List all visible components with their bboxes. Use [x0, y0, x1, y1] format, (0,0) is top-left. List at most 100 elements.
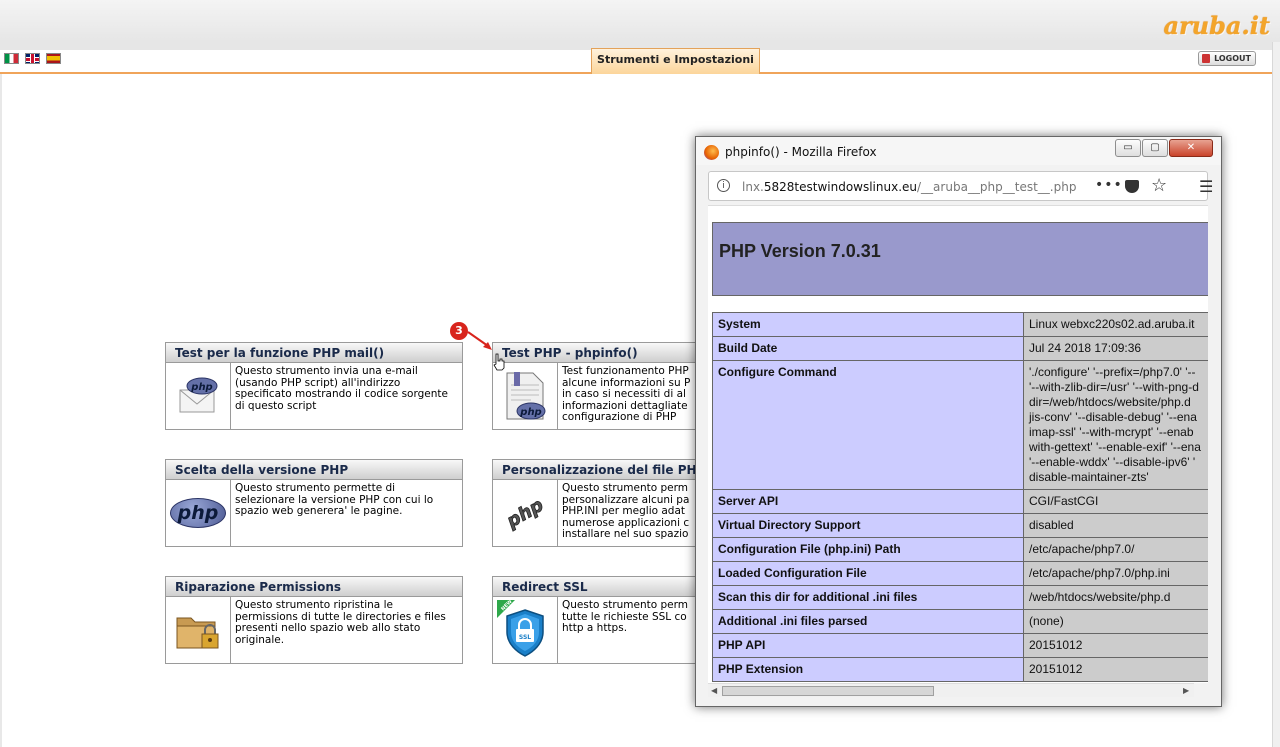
table-row: Build Date Jul 24 2018 17:09:36 — [712, 336, 1208, 361]
php-version-title: PHP Version 7.0.31 — [719, 241, 881, 261]
info-icon[interactable]: i — [717, 179, 730, 192]
horizontal-scrollbar[interactable]: ◀ ▶ — [708, 683, 1194, 697]
flag-es-icon[interactable] — [46, 53, 61, 64]
tool-description: Questo strumento ripristina le permissio… — [235, 599, 446, 646]
arrow-icon — [467, 331, 492, 350]
ssl-shield-icon: SSL NEW — [497, 600, 544, 657]
tool-description: Questo strumento perm tutte le richieste… — [562, 599, 688, 634]
php-ini-icon: php — [502, 494, 548, 533]
minimize-button[interactable]: ▭ — [1115, 139, 1141, 157]
row-key: Scan this dir for additional .ini files — [712, 585, 1024, 610]
table-row: Additional .ini files parsed (none) — [712, 609, 1208, 634]
top-header: aruba.it — [0, 0, 1280, 42]
tool-php-ini[interactable]: Personalizzazione del file PHP php Quest… — [492, 459, 702, 547]
row-value: /web/htdocs/website/php.d — [1023, 585, 1208, 610]
row-key: Additional .ini files parsed — [712, 609, 1024, 634]
logout-button[interactable]: LOGOUT — [1198, 51, 1256, 66]
ssl-shield-icon-text: SSL — [519, 634, 531, 641]
tool-description: Questo strumento invia una e-mail (usand… — [235, 365, 448, 412]
row-value: 20151012 — [1023, 633, 1208, 658]
bookmark-star-icon[interactable]: ☆ — [1151, 175, 1167, 196]
php-version-header: PHP Version 7.0.31 — [712, 222, 1208, 296]
table-row: System Linux webxc220s02.ad.aruba.it — [712, 312, 1208, 337]
url-prefix: lnx. — [742, 180, 764, 194]
scroll-right-icon[interactable]: ▶ — [1183, 686, 1189, 695]
url-text[interactable]: lnx.5828testwindowslinux.eu/__aruba__php… — [742, 180, 1076, 194]
logout-icon — [1202, 54, 1210, 63]
table-row: Configure Command './configure' '--prefix… — [712, 360, 1208, 490]
folder-lock-icon — [176, 617, 219, 649]
table-row: Virtual Directory Support disabled — [712, 513, 1208, 538]
row-value: './configure' '--prefix=/php7.0' '-- '--… — [1023, 360, 1208, 490]
firefox-titlebar[interactable]: phpinfo() - Mozilla Firefox ▭ ▢ ✕ — [696, 137, 1221, 165]
row-key: Build Date — [712, 336, 1024, 361]
phpinfo-content: PHP Version 7.0.31 System Linux webxc220s… — [708, 205, 1208, 683]
row-key: Configure Command — [712, 360, 1024, 490]
phpinfo-table: System Linux webxc220s02.ad.aruba.it Build… — [712, 312, 1208, 682]
more-actions-icon[interactable]: ••• — [1095, 177, 1123, 193]
table-row: Server API CGI/FastCGI — [712, 489, 1208, 514]
php-mail-icon: php — [179, 377, 218, 413]
row-key: Configuration File (php.ini) Path — [712, 537, 1024, 562]
url-bar[interactable]: i lnx.5828testwindowslinux.eu/__aruba__p… — [708, 171, 1213, 201]
row-value: CGI/FastCGI — [1023, 489, 1208, 514]
tool-phpinfo[interactable]: Test PHP - phpinfo() php Test funzioname… — [492, 342, 702, 430]
table-row: PHP API 20151012 — [712, 633, 1208, 658]
php-document-icon: php — [506, 372, 546, 420]
row-key: PHP Extension — [712, 657, 1024, 682]
close-button[interactable]: ✕ — [1169, 139, 1213, 157]
tool-php-mail[interactable]: Test per la funzione PHP mail() php Ques… — [165, 342, 463, 430]
page-left-border — [0, 74, 2, 747]
table-row: Loaded Configuration File/etc/apache/php… — [712, 561, 1208, 586]
row-key: Virtual Directory Support — [712, 513, 1024, 538]
row-key: Loaded Configuration File — [712, 561, 1024, 586]
table-row: Scan this dir for additional .ini files /… — [712, 585, 1208, 610]
php-mail-icon-text: php — [190, 382, 212, 393]
tool-description: Questo strumento perm personalizzare alc… — [562, 482, 690, 540]
url-path: /__aruba__php__test__.php — [917, 180, 1077, 194]
row-value: (none) — [1023, 609, 1208, 634]
php-ini-icon-text: php — [502, 495, 547, 533]
tool-title[interactable]: Personalizzazione del file PHP — [493, 460, 701, 480]
row-value: 20151012 — [1023, 657, 1208, 682]
row-value: Jul 24 2018 17:09:36 — [1023, 336, 1208, 361]
window-title: phpinfo() - Mozilla Firefox — [725, 145, 877, 159]
tool-title[interactable]: Scelta della versione PHP — [166, 460, 462, 480]
php-document-icon-text: php — [519, 407, 541, 418]
row-key: PHP API — [712, 633, 1024, 658]
tool-title[interactable]: Redirect SSL — [493, 577, 701, 597]
row-key: System — [712, 312, 1024, 337]
php-logo-icon-text: php — [177, 502, 219, 524]
table-row: Configuration File (php.ini) Path/etc/ap… — [712, 537, 1208, 562]
table-row: PHP Extension 20151012 — [712, 657, 1208, 682]
tool-title[interactable]: Riparazione Permissions — [166, 577, 462, 597]
flag-it-icon[interactable] — [4, 53, 19, 64]
row-value: /etc/apache/php7.0/php.ini — [1023, 561, 1208, 586]
maximize-button[interactable]: ▢ — [1142, 139, 1168, 157]
hamburger-menu-icon[interactable]: ☰ — [1199, 177, 1213, 196]
scroll-left-icon[interactable]: ◀ — [711, 686, 717, 695]
pocket-icon[interactable] — [1125, 180, 1139, 193]
language-flags — [4, 53, 61, 64]
tool-title[interactable]: Test PHP - phpinfo() — [493, 343, 701, 363]
url-host: 5828testwindowslinux.eu — [763, 180, 918, 194]
row-value: disabled — [1023, 513, 1208, 538]
aruba-logo[interactable]: aruba.it — [1163, 11, 1270, 40]
logout-label: LOGOUT — [1214, 54, 1251, 63]
page-scrollbar[interactable] — [1272, 42, 1280, 747]
php-logo-icon: php — [170, 498, 226, 528]
row-value: /etc/apache/php7.0/ — [1023, 537, 1208, 562]
tab-strumenti-impostazioni[interactable]: Strumenti e Impostazioni — [591, 48, 760, 74]
tool-description: Test funzionamento PHP alcune informazio… — [562, 365, 691, 423]
tool-redirect-ssl[interactable]: Redirect SSL SSL NEW Questo strumento pe… — [492, 576, 702, 664]
firefox-window[interactable]: phpinfo() - Mozilla Firefox ▭ ▢ ✕ i lnx.… — [695, 136, 1222, 707]
tool-title[interactable]: Test per la funzione PHP mail() — [166, 343, 462, 363]
row-value: Linux webxc220s02.ad.aruba.it — [1023, 312, 1208, 337]
flag-uk-icon[interactable] — [25, 53, 40, 64]
hand-cursor-icon — [493, 353, 505, 371]
row-key: Server API — [712, 489, 1024, 514]
tool-php-version[interactable]: Scelta della versione PHP php Questo str… — [165, 459, 463, 547]
horizontal-scroll-thumb[interactable] — [722, 686, 934, 696]
firefox-logo-icon — [704, 145, 719, 160]
tool-permissions[interactable]: Riparazione Permissions Questo strumento… — [165, 576, 463, 664]
